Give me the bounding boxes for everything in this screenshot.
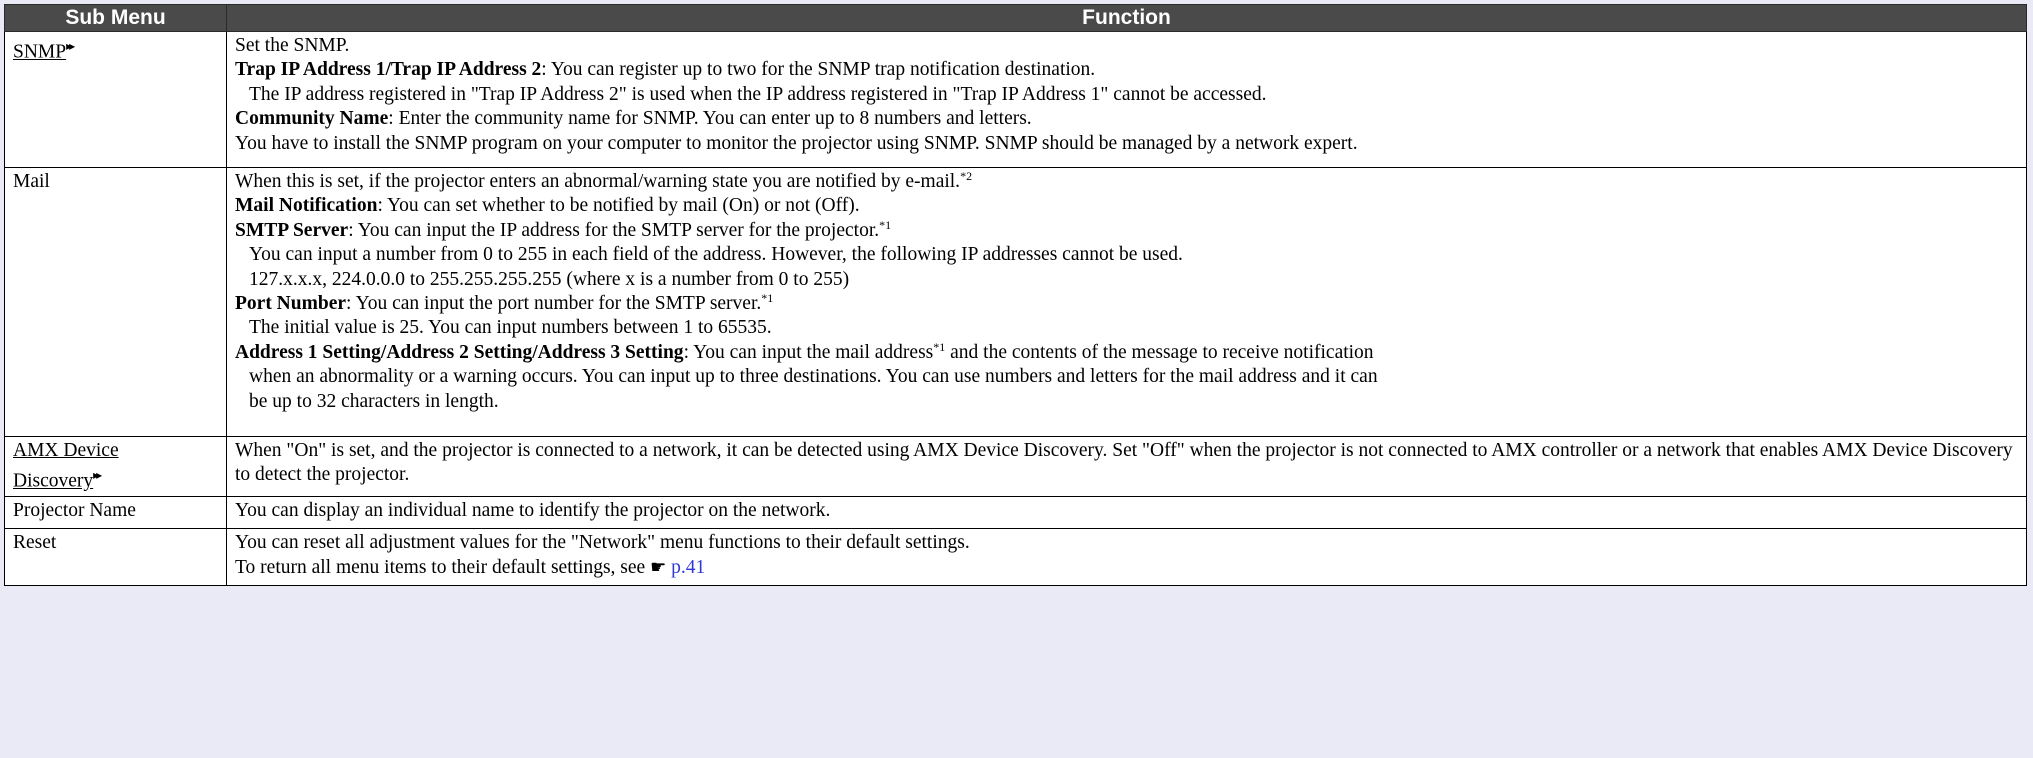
- function-cell-projector-name: You can display an individual name to id…: [226, 496, 2027, 530]
- submenu-cell-mail: Mail: [4, 167, 227, 437]
- footnote-2-marker: *2: [960, 169, 973, 183]
- footnote-1-marker: *1: [879, 217, 892, 232]
- snmp-link[interactable]: SNMP: [13, 42, 66, 63]
- reset-line-2: To return all menu items to their defaul…: [235, 556, 2018, 580]
- header-sub-menu: Sub Menu: [4, 4, 227, 32]
- table-row-projector-name: Projector Name You can display an indivi…: [4, 496, 2027, 530]
- page-41-link[interactable]: p.41: [671, 557, 705, 578]
- reset-line-1: You can reset all adjustment values for …: [235, 532, 970, 554]
- mail-notification-label: Mail Notification: [235, 195, 378, 217]
- smtp-note-1: You can input a number from 0 to 255 in …: [249, 244, 1183, 266]
- trap-ip-note: The IP address registered in "Trap IP Ad…: [249, 83, 1267, 105]
- snmp-intro: Set the SNMP.: [235, 35, 350, 56]
- submenu-cell-reset: Reset: [4, 528, 227, 587]
- mail-intro: When this is set, if the projector enter…: [235, 170, 2018, 194]
- function-cell-mail: When this is set, if the projector enter…: [226, 167, 2027, 437]
- function-cell-amx: When "On" is set, and the projector is c…: [226, 435, 2027, 498]
- smtp-server-line: SMTP Server: You can input the IP addres…: [235, 219, 2018, 243]
- port-number-line: Port Number: You can input the port numb…: [235, 292, 2018, 316]
- footnote-1-marker: *1: [933, 339, 946, 354]
- community-name-text: : Enter the community name for SNMP. You…: [388, 108, 1032, 130]
- port-number-text: : You can input the port number for the …: [346, 293, 762, 315]
- submenu-cell-amx: AMX Device Discovery▸▸: [4, 435, 227, 498]
- header-function: Function: [226, 4, 2027, 32]
- mail-intro-text: When this is set, if the projector enter…: [235, 171, 961, 192]
- mail-notification-line: Mail Notification: You can set whether t…: [235, 194, 2018, 218]
- snmp-community-line: Community Name: Enter the community name…: [235, 107, 2018, 131]
- footnote-1-marker: *1: [761, 291, 774, 306]
- address-setting-note-1: when an abnormality or a warning occurs.…: [249, 366, 1378, 388]
- address-setting-note-2: be up to 32 characters in length.: [249, 390, 499, 412]
- submenu-function-table: Sub Menu Function SNMP▸▸ Set the SNMP. T…: [4, 4, 2027, 587]
- address-setting-text-a: : You can input the mail address: [683, 341, 934, 363]
- port-number-label: Port Number: [235, 293, 347, 315]
- network-menu-table-page: Sub Menu Function SNMP▸▸ Set the SNMP. T…: [4, 4, 2027, 587]
- snmp-install-note: You have to install the SNMP program on …: [235, 132, 1358, 154]
- address-setting-line: Address 1 Setting/Address 2 Setting/Addr…: [235, 341, 2018, 365]
- amx-link-line2[interactable]: Discovery: [13, 471, 93, 492]
- reset-line-2-text: To return all menu items to their defaul…: [235, 556, 651, 578]
- function-cell-snmp: Set the SNMP. Trap IP Address 1/Trap IP …: [226, 31, 2027, 168]
- submenu-cell-snmp: SNMP▸▸: [4, 31, 227, 168]
- table-row-reset: Reset You can reset all adjustment value…: [4, 528, 2027, 587]
- smtp-server-label: SMTP Server: [235, 219, 349, 241]
- port-number-note: The initial value is 25. You can input n…: [249, 317, 772, 339]
- community-name-label: Community Name: [235, 108, 389, 130]
- function-cell-reset: You can reset all adjustment values for …: [226, 528, 2027, 587]
- amx-link-line1[interactable]: AMX Device: [13, 440, 119, 461]
- glossary-marker-icon: ▸▸: [66, 39, 75, 53]
- table-row-snmp: SNMP▸▸ Set the SNMP. Trap IP Address 1/T…: [4, 31, 2027, 168]
- submenu-cell-projector-name: Projector Name: [4, 496, 227, 530]
- smtp-note-2: 127.x.x.x, 224.0.0.0 to 255.255.255.255 …: [249, 268, 850, 290]
- table-row-amx: AMX Device Discovery▸▸ When "On" is set,…: [4, 435, 2027, 498]
- trap-ip-label: Trap IP Address 1/Trap IP Address 2: [235, 59, 542, 81]
- table-row-mail: Mail When this is set, if the projector …: [4, 167, 2027, 437]
- mail-notification-text: : You can set whether to be notified by …: [377, 195, 860, 217]
- table-header-row: Sub Menu Function: [4, 4, 2027, 32]
- pointing-hand-icon: ☛: [650, 556, 667, 578]
- glossary-marker-icon: ▸▸: [93, 468, 102, 483]
- trap-ip-text: : You can register up to two for the SNM…: [541, 59, 1096, 81]
- address-setting-label: Address 1 Setting/Address 2 Setting/Addr…: [235, 341, 684, 363]
- smtp-server-text: : You can input the IP address for the S…: [348, 219, 880, 241]
- address-setting-text-b: and the contents of the message to recei…: [945, 341, 1374, 363]
- snmp-trap-line: Trap IP Address 1/Trap IP Address 2: You…: [235, 58, 2018, 82]
